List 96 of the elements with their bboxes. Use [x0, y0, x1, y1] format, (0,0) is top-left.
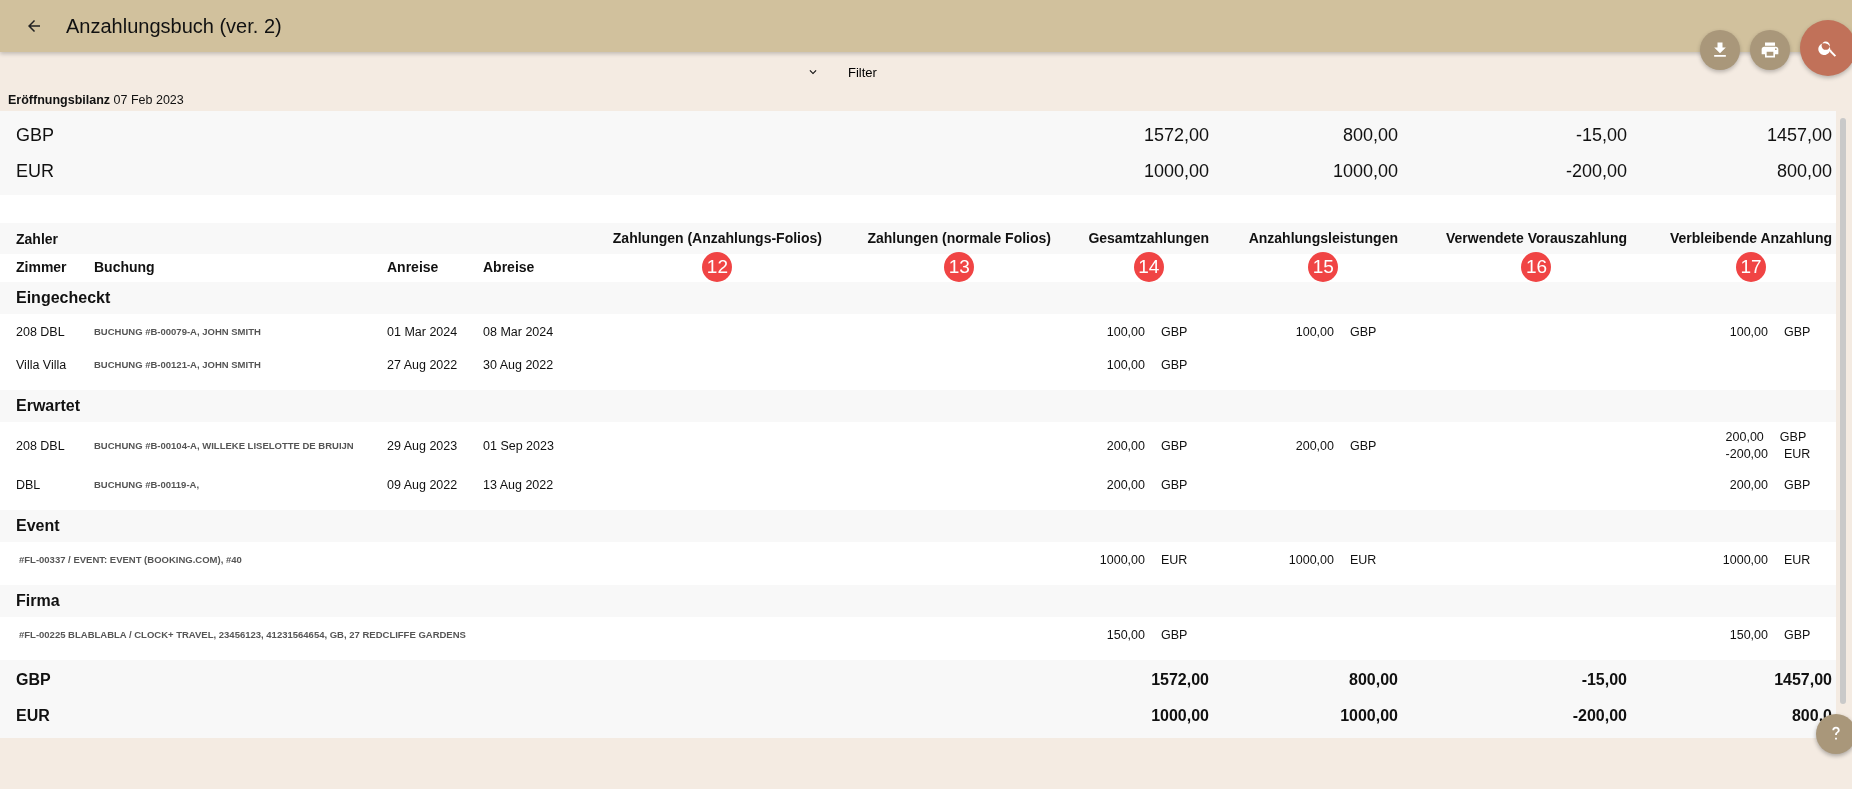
currency-cell-text: GBP	[1350, 324, 1378, 339]
amount-cell: 200,00	[1106, 438, 1145, 453]
currency-label: EUR	[16, 707, 51, 725]
booking-link[interactable]: BUCHUNG #B-00104-A, WILLEKE LISELOTTE DE BRUIJN	[94, 440, 387, 451]
amount-cell: 150,00	[1729, 627, 1768, 642]
currency-cell-text: EUR	[1161, 552, 1189, 567]
currency-cell-text: GBP	[1350, 438, 1378, 453]
download-button[interactable]	[1700, 30, 1740, 70]
amount-cell: 150,00	[1106, 627, 1145, 642]
balance-value: 1572,00	[1142, 124, 1209, 146]
page-title: Anzahlungsbuch (ver. 2)	[66, 14, 282, 38]
currency-cell-text: GBP	[1784, 324, 1812, 339]
date-cell-text: 01 Mar 2024	[387, 324, 459, 339]
column-header: Anzahlungsleistungen	[1248, 230, 1398, 246]
currency-cell-text: GBP	[1161, 477, 1189, 492]
number-badge: 14	[1133, 252, 1164, 282]
room-cell-text: DBL	[16, 477, 42, 492]
date-cell-text: 30 Aug 2022	[483, 357, 555, 372]
column-header: Verwendete Vorauszahlung	[1446, 230, 1627, 246]
balance-value: 800,00	[1775, 160, 1832, 182]
column-header: Zahler	[16, 230, 59, 247]
amount-cell: -200,00	[1725, 447, 1768, 461]
opening-balance-label: Eröffnungsbilanz 07 Feb 2023	[7, 92, 185, 109]
print-button[interactable]	[1750, 30, 1790, 70]
date-cell-text: 01 Sep 2023	[483, 438, 555, 453]
folio-link[interactable]: #FL-00337 / EVENT: EVENT (BOOKING.COM), #40	[16, 554, 822, 565]
balance-value: 800,00	[1341, 124, 1398, 146]
currency-label: EUR	[16, 160, 55, 182]
currency-cell-text: GBP	[1161, 627, 1189, 642]
column-header: Zahlungen (Anzahlungs-Folios)	[612, 230, 822, 246]
currency-cell-text: GBP	[1161, 357, 1189, 372]
currency-cell-text: GBP	[1779, 430, 1808, 444]
amount-cell: 100,00	[1729, 324, 1768, 339]
group-title: Erwartet	[16, 397, 82, 415]
group-title: Firma	[16, 592, 61, 610]
total-value: -15,00	[1580, 671, 1627, 689]
currency-cell-text: EUR	[1784, 447, 1812, 461]
balance-value: 1000,00	[1142, 160, 1209, 182]
column-header: Anreise	[387, 259, 440, 275]
amount-cell: 100,00	[1106, 324, 1145, 339]
currency-cell-text: GBP	[1161, 324, 1189, 339]
filter-toggle[interactable]: Filter	[806, 64, 877, 80]
booking-link[interactable]: BUCHUNG #B-00121-A, JOHN SMITH	[94, 359, 387, 370]
room-cell-text: 208 DBL	[16, 324, 66, 339]
date-cell-text: 29 Aug 2023	[387, 438, 459, 453]
date-cell-text: 27 Aug 2022	[387, 357, 459, 372]
currency-cell-text: EUR	[1784, 552, 1812, 567]
amount-cell: 1000,00	[1099, 552, 1145, 567]
currency-cell-text: GBP	[1161, 438, 1189, 453]
column-header: Buchung	[94, 259, 156, 275]
amount-cell: 1000,00	[1722, 552, 1768, 567]
booking-link[interactable]: BUCHUNG #B-00119-A,	[94, 479, 387, 490]
total-value: 1457,00	[1773, 671, 1832, 689]
search-button[interactable]	[1800, 20, 1852, 76]
number-badge: 15	[1308, 252, 1339, 282]
amount-cell: 1000,00	[1288, 552, 1334, 567]
printer-icon	[1760, 40, 1780, 60]
amount-cell: 200,00	[1725, 430, 1764, 444]
amount-cell: 200,00	[1729, 477, 1768, 492]
currency-cell-text: GBP	[1784, 627, 1812, 642]
currency-cell-text: EUR	[1350, 552, 1378, 567]
scrollbar[interactable]	[1840, 118, 1846, 704]
amount-cell: 100,00	[1295, 324, 1334, 339]
group-title: Event	[16, 517, 61, 535]
currency-label: GBP	[16, 124, 55, 146]
room-cell-text: 208 DBL	[16, 438, 66, 453]
balance-value: -200,00	[1564, 160, 1627, 182]
room-cell-text: Villa Villa	[16, 357, 68, 372]
column-header: Zahlungen (normale Folios)	[867, 230, 1051, 246]
column-header: Zimmer	[16, 259, 68, 275]
total-value: -200,00	[1571, 707, 1627, 725]
currency-cell-text: GBP	[1784, 477, 1812, 492]
column-header: Verbleibende Anzahlung	[1669, 230, 1832, 246]
amount-cell: 100,00	[1106, 357, 1145, 372]
number-badge: 16	[1521, 252, 1552, 282]
currency-label: GBP	[16, 671, 52, 689]
total-value: 1000,00	[1339, 707, 1398, 725]
column-header: Gesamtzahlungen	[1088, 230, 1209, 246]
total-value: 1000,00	[1150, 707, 1209, 725]
balance-value: -15,00	[1574, 124, 1627, 146]
number-badge: 13	[944, 252, 975, 282]
folio-link[interactable]: #FL-00225 BLABLABLA / CLOCK+ TRAVEL, 23456123, 41231564654, GB, 27 REDCLIFFE GARDENS	[16, 629, 822, 640]
balance-value: 1457,00	[1765, 124, 1832, 146]
amount-cell: 200,00	[1106, 477, 1145, 492]
date-cell-text: 13 Aug 2022	[483, 477, 555, 492]
group-title: Eingecheckt	[16, 289, 112, 307]
amount-cell: 200,00	[1295, 438, 1334, 453]
balance-value: 1000,00	[1331, 160, 1398, 182]
number-badge: 12	[702, 252, 733, 282]
total-value: 800,00	[1348, 671, 1398, 689]
number-badge: 17	[1735, 252, 1766, 282]
date-cell-text: 08 Mar 2024	[483, 324, 555, 339]
date-cell-text: 09 Aug 2022	[387, 477, 459, 492]
total-value: 1572,00	[1150, 671, 1209, 689]
booking-link[interactable]: BUCHUNG #B-00079-A, JOHN SMITH	[94, 326, 387, 337]
column-header: Abreise	[483, 259, 536, 275]
